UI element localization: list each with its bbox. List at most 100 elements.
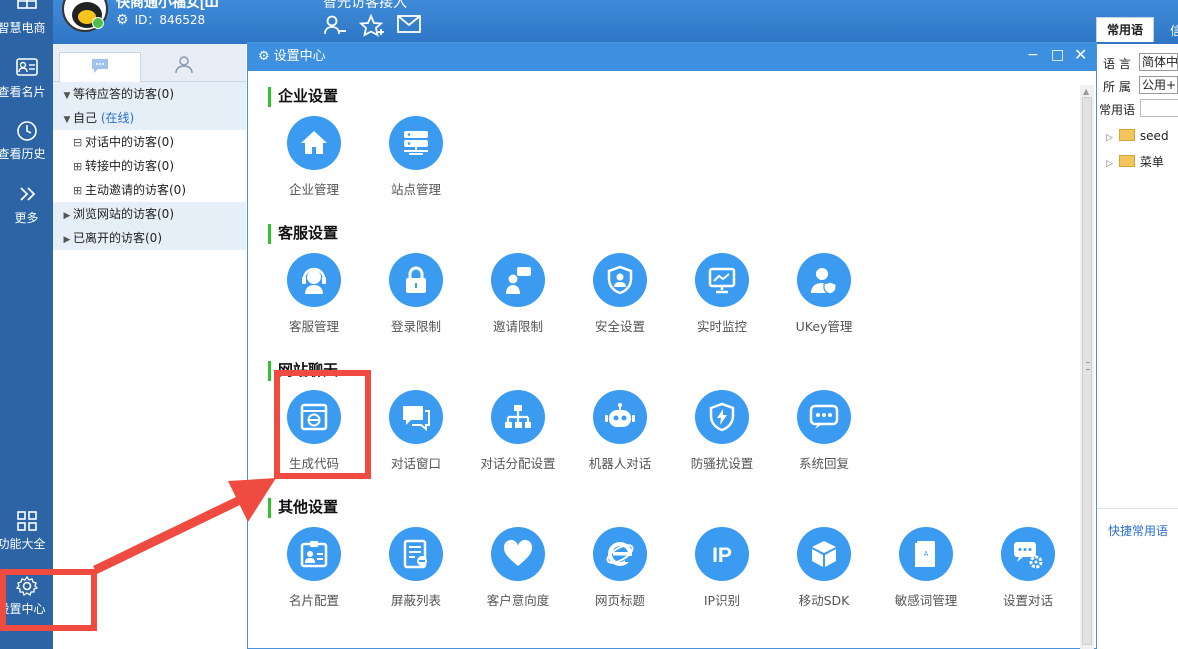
visitor-subgroup-invited[interactable]: ⊞ 主动邀请的访客(0) [53, 178, 246, 202]
tile-robot-chat[interactable]: 机器人对话 [570, 390, 670, 472]
settings-dialog: ⚙ 设置中心 − □ ✕ ▲ 企业设置 企业管理 站点管理 客服设置 客服管理 登… [247, 42, 1097, 649]
visitor-group-waiting[interactable]: ▼ 等待应答的访客(0) [53, 82, 246, 106]
online-status: (在线) [100, 111, 135, 125]
tile-customer-intent[interactable]: 客户意向度 [468, 527, 568, 609]
tab-chat[interactable] [59, 52, 141, 82]
mail-icon[interactable] [397, 14, 421, 38]
tab-info[interactable]: 信 [1170, 22, 1178, 39]
close-icon[interactable]: ✕ [1074, 43, 1087, 67]
tile-system-reply[interactable]: 系统回复 [774, 390, 874, 472]
heart-icon [491, 527, 545, 581]
tile-label: 敏感词管理 [894, 593, 958, 608]
caret-right-icon: ▷ [1106, 159, 1113, 169]
section-customer-service: 客服设置 [268, 224, 338, 244]
clock-icon [16, 120, 38, 142]
id-card-icon [287, 527, 341, 581]
tile-sensitive-words[interactable]: A 敏感词管理 [876, 527, 976, 609]
nav-label: 功能大全 [0, 537, 46, 551]
cube-icon [797, 527, 851, 581]
gear-icon: ⚙ [258, 49, 270, 64]
visitor-subgroup-transferring[interactable]: ⊞ 转接中的访客(0) [53, 154, 246, 178]
home-icon [287, 116, 341, 170]
nav-label: 查看名片 [0, 85, 46, 99]
card-icon [15, 58, 38, 80]
nav-item-all-features[interactable]: 功能大全 [0, 510, 53, 552]
language-select[interactable]: 简体中 [1139, 53, 1178, 71]
expand-icon: ⊞ [73, 160, 83, 173]
maximize-icon[interactable]: □ [1051, 43, 1064, 67]
visitor-panel: ▼ 等待应答的访客(0) ▼ 自己 (在线) ⊟ 对话中的访客(0) ⊞ 转接中的访客(… [53, 44, 246, 649]
tile-block-list[interactable]: 屏蔽列表 [366, 527, 466, 609]
tile-chat-distribution[interactable]: 对话分配设置 [468, 390, 568, 472]
caret-right-icon: ▶ [63, 211, 71, 221]
nav-item-smart-ecommerce[interactable]: 智慧电商 [0, 0, 53, 36]
language-label: 语 言 [1103, 57, 1131, 71]
minimize-icon[interactable]: − [1027, 43, 1039, 67]
caret-right-icon: ▶ [63, 235, 71, 245]
chat-bubble-icon [90, 56, 110, 77]
tile-enterprise-management[interactable]: 企业管理 [264, 116, 364, 198]
visitor-subgroup-in-chat[interactable]: ⊟ 对话中的访客(0) [53, 130, 246, 154]
tile-mobile-sdk[interactable]: 移动SDK [774, 527, 874, 609]
tile-label: 实时监控 [696, 319, 747, 334]
visitor-tabs [53, 44, 246, 82]
folder-icon [1118, 129, 1135, 141]
org-chart-icon [491, 390, 545, 444]
tree-item-menu[interactable]: ▷ 菜单 [1106, 153, 1164, 170]
tab-common-phrases[interactable]: 常用语 [1096, 17, 1154, 42]
gear-icon[interactable]: ⚙ [116, 12, 129, 28]
nav-item-view-history[interactable]: 查看历史 [0, 120, 53, 162]
online-status-icon [92, 17, 104, 29]
tile-chat-window[interactable]: 对话窗口 [366, 390, 466, 472]
tile-page-title[interactable]: 网页标题 [570, 527, 670, 609]
nav-item-more[interactable]: 更多 [0, 184, 53, 226]
owner-select[interactable]: 公用+自 [1139, 76, 1178, 94]
tile-security-settings[interactable]: 安全设置 [570, 253, 670, 335]
collapse-icon: ⊟ [73, 136, 83, 149]
robot-icon [593, 390, 647, 444]
nav-label: 智慧电商 [0, 21, 46, 35]
tile-dialog-settings[interactable]: 设置对话 [978, 527, 1078, 609]
tile-ip-recognition[interactable]: IP IP识别 [672, 527, 772, 609]
monitor-icon [695, 253, 749, 307]
visitor-group-label: 转接中的访客(0) [85, 159, 174, 173]
tile-label: 名片配置 [288, 593, 339, 608]
tree-item-label: seed [1139, 129, 1169, 143]
tab-contacts[interactable] [143, 52, 225, 82]
tile-label: 安全设置 [594, 319, 645, 334]
tile-label: 移动SDK [798, 593, 850, 608]
tile-ukey-management[interactable]: UKey管理 [774, 253, 874, 335]
tile-invite-restriction[interactable]: 邀请限制 [468, 253, 568, 335]
visitor-group-self[interactable]: ▼ 自己 (在线) [53, 106, 246, 130]
tile-anti-harassment[interactable]: 防骚扰设置 [672, 390, 772, 472]
visitor-group-left[interactable]: ▶ 已离开的访客(0) [53, 226, 246, 250]
grid-icon [16, 510, 38, 532]
visitor-group-browsing[interactable]: ▶ 浏览网站的访客(0) [53, 202, 246, 226]
tile-login-restriction[interactable]: 登录限制 [366, 253, 466, 335]
nav-item-view-card[interactable]: 查看名片 [0, 58, 53, 100]
nav-label: 查看历史 [0, 147, 46, 161]
tile-label: 机器人对话 [588, 456, 652, 471]
user-remove-icon[interactable] [324, 14, 348, 40]
scroll-thumb[interactable] [1082, 97, 1092, 645]
tile-cs-management[interactable]: 客服管理 [264, 253, 364, 335]
scroll-up-icon[interactable]: ▲ [1083, 87, 1089, 96]
tile-card-config[interactable]: 名片配置 [264, 527, 364, 609]
chat-settings-icon [1001, 527, 1055, 581]
tree-item-seed[interactable]: ▷ seed [1106, 129, 1169, 143]
quick-phrases-link[interactable]: 快捷常用语 [1108, 522, 1168, 539]
tile-label: 邀请限制 [492, 319, 543, 334]
tile-label: 网页标题 [594, 593, 645, 608]
tile-label: 客服管理 [288, 319, 339, 334]
scrollbar[interactable]: ▲ [1080, 85, 1094, 649]
tile-label: 屏蔽列表 [390, 593, 441, 608]
phrase-search-input[interactable] [1140, 99, 1178, 117]
tile-realtime-monitor[interactable]: 实时监控 [672, 253, 772, 335]
section-enterprise: 企业设置 [268, 87, 338, 107]
tree-item-label: 菜单 [1139, 155, 1164, 169]
divider [1097, 508, 1178, 509]
caret-right-icon: ▷ [1106, 133, 1113, 143]
star-add-icon[interactable] [358, 13, 385, 42]
ie-browser-icon [593, 527, 647, 581]
tile-site-management[interactable]: 站点管理 [366, 116, 466, 198]
